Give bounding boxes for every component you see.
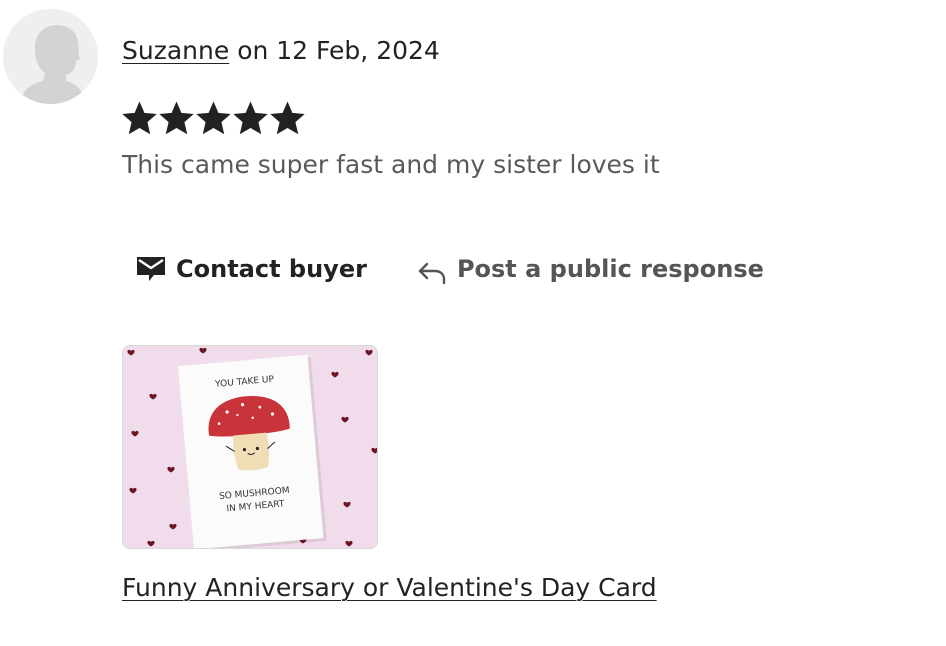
star-icon bbox=[233, 101, 268, 135]
envelope-icon bbox=[137, 257, 165, 281]
contact-buyer-button[interactable]: Contact buyer bbox=[136, 254, 367, 284]
contact-buyer-label: Contact buyer bbox=[176, 255, 367, 283]
reply-arrow-icon bbox=[418, 262, 446, 285]
review-date: on 12 Feb, 2024 bbox=[237, 36, 440, 65]
user-silhouette-icon bbox=[3, 9, 98, 104]
post-public-response-button[interactable]: Post a public response bbox=[417, 253, 764, 285]
post-public-response-label: Post a public response bbox=[456, 255, 764, 283]
star-icon bbox=[270, 101, 305, 135]
reviewer-name-link[interactable]: Suzanne bbox=[122, 36, 229, 65]
product-title-link[interactable]: Funny Anniversary or Valentine's Day Car… bbox=[122, 571, 657, 605]
star-icon bbox=[196, 101, 231, 135]
star-rating bbox=[122, 101, 305, 136]
star-icon bbox=[159, 101, 194, 135]
star-icon bbox=[122, 101, 157, 135]
review-actions: Contact buyer Post a public response bbox=[136, 253, 764, 285]
review-text: This came super fast and my sister loves… bbox=[122, 150, 660, 179]
reviewer-avatar[interactable] bbox=[3, 9, 98, 104]
review-meta: Suzanne on 12 Feb, 2024 bbox=[122, 34, 440, 68]
product-thumbnail[interactable]: YOU TAKE UP SO MUSHROOM IN MY HEART bbox=[122, 345, 378, 549]
